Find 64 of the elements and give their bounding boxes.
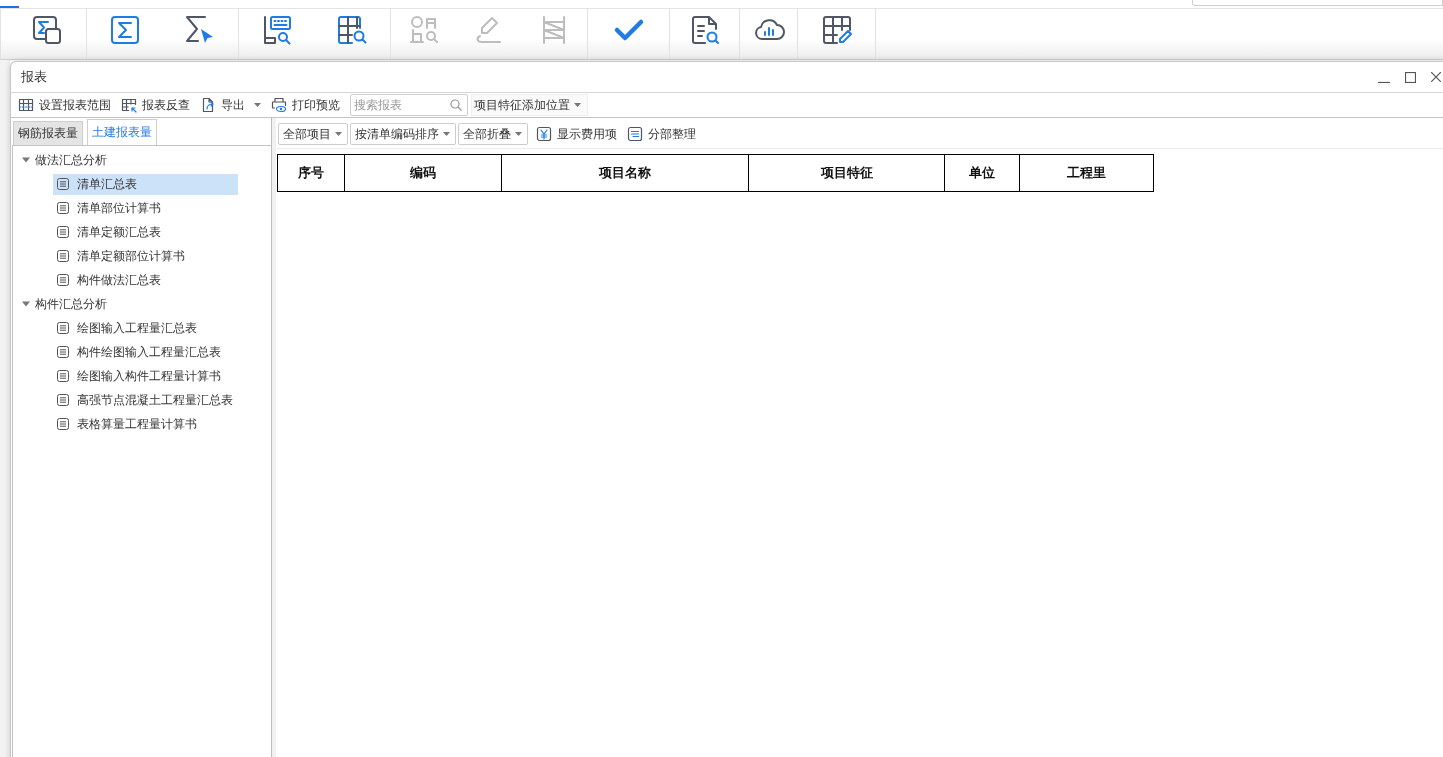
grid-search-icon[interactable] [336, 14, 369, 46]
dropdown[interactable]: 按清单编码排序 [350, 123, 456, 145]
table-pencil-icon[interactable] [820, 14, 853, 46]
document-icon [57, 346, 69, 358]
document-icon [57, 274, 69, 286]
search-icon [450, 99, 462, 111]
document-icon [57, 226, 69, 238]
column-header: 单位 [944, 154, 1020, 192]
table-arrow-icon [121, 97, 137, 113]
tree-item[interactable]: 构件做法汇总表 [53, 269, 167, 291]
expand-triangle-icon[interactable] [22, 300, 30, 308]
table-range-icon [18, 97, 34, 113]
tree-item[interactable]: 表格算量工程量计算书 [53, 413, 203, 435]
expand-triangle-icon[interactable] [22, 156, 30, 164]
tab[interactable]: 土建报表量 [87, 119, 157, 145]
column-header: 项目名称 [501, 154, 749, 192]
tree-group[interactable]: 做法汇总分析 [13, 148, 111, 172]
document-icon [57, 250, 69, 262]
document-icon [57, 202, 69, 214]
tree-item[interactable]: 绘图输入工程量汇总表 [53, 317, 203, 339]
tree-item[interactable]: 清单汇总表 [53, 173, 238, 195]
dropdown[interactable]: 全部项目 [278, 123, 348, 145]
tree-group[interactable]: 构件汇总分析 [13, 292, 111, 316]
toolbar-button[interactable]: 分部整理 [625, 123, 698, 145]
list-icon [627, 126, 643, 142]
toolbar-button[interactable]: 报表反查 [119, 94, 192, 116]
tab[interactable]: 钢筋报表量 [13, 121, 83, 145]
tree-item[interactable]: 构件绘图输入工程量汇总表 [53, 341, 227, 363]
toolbar-button[interactable]: 打印预览 [269, 94, 342, 116]
search-field[interactable]: 搜索报表 [350, 94, 468, 116]
document-icon [57, 370, 69, 382]
sigma-box-icon[interactable] [108, 14, 141, 46]
tree-item[interactable]: 高强节点混凝土工程量汇总表 [53, 389, 239, 411]
caret-icon [574, 103, 581, 107]
document-icon [57, 322, 69, 334]
toolbar-button[interactable]: 设置报表范围 [16, 94, 113, 116]
caret-icon [254, 103, 261, 107]
print-preview-icon [271, 97, 287, 113]
maximize-icon[interactable] [1405, 71, 1416, 83]
tree-item[interactable]: 清单部位计算书 [53, 197, 167, 219]
document-icon [57, 394, 69, 406]
app-search-field[interactable] [1192, 0, 1443, 6]
caret-icon [443, 132, 450, 136]
active-tab-underline [0, 6, 20, 8]
tree-item[interactable]: 清单定额汇总表 [53, 221, 167, 243]
caret-icon [515, 132, 522, 136]
dialog-title: 报表 [21, 68, 47, 86]
document-icon [57, 418, 69, 430]
column-header: 序号 [277, 154, 345, 192]
caret-icon [335, 132, 342, 136]
close-icon[interactable] [1431, 72, 1441, 82]
toolbar-button[interactable]: 显示费用项 [534, 123, 619, 145]
dropdown[interactable]: 全部折叠 [458, 123, 528, 145]
tree-item[interactable]: 绘图输入构件工程量计算书 [53, 365, 227, 387]
menu-button[interactable]: 导出 [198, 94, 263, 116]
column-header: 项目特征 [748, 154, 945, 192]
tree-item[interactable]: 清单定额部位计算书 [53, 245, 191, 267]
export-icon [200, 97, 216, 113]
sigma-square-icon[interactable] [31, 14, 63, 46]
column-header: 编码 [344, 154, 502, 192]
column-header: 工程里 [1019, 154, 1154, 192]
dropdown[interactable]: 项目特征添加位置 [471, 94, 588, 116]
document-icon [57, 178, 69, 190]
yen-icon [536, 126, 552, 142]
